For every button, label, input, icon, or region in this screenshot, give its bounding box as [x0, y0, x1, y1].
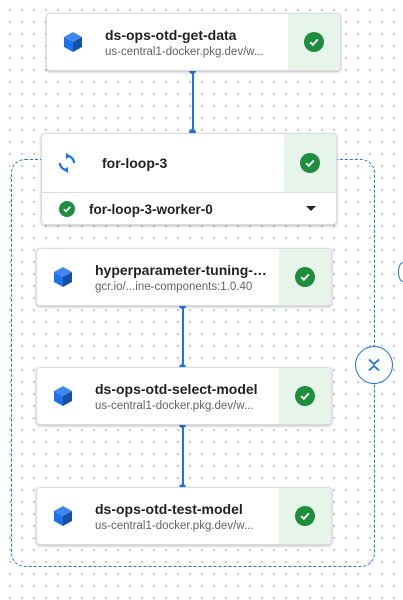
check-circle-icon — [304, 32, 324, 52]
pipeline-node-select-model[interactable]: ds-ops-otd-select-model us-central1-dock… — [36, 367, 332, 425]
node-status — [284, 134, 336, 192]
pipeline-node-for-loop[interactable]: for-loop-3 for-loop-3-worker-0 — [41, 133, 337, 225]
check-circle-icon — [295, 386, 315, 406]
node-status — [288, 14, 340, 70]
offscreen-node-edge — [398, 262, 403, 282]
node-subtitle: gcr.io/...ine-components:1.0.40 — [95, 280, 253, 293]
node-title: hyperparameter-tuning-job — [95, 261, 267, 278]
collapse-chevrons-icon — [368, 358, 380, 372]
node-status — [279, 488, 331, 544]
cube-icon — [37, 249, 89, 305]
node-title: ds-ops-otd-get-data — [105, 26, 237, 43]
check-circle-icon — [300, 153, 320, 173]
check-circle-icon — [295, 506, 315, 526]
cube-icon — [37, 368, 89, 424]
node-title: ds-ops-otd-test-model — [95, 500, 243, 517]
node-subtitle: us-central1-docker.pkg.dev/w... — [105, 45, 264, 58]
pipeline-node-hyperparameter-tuning[interactable]: hyperparameter-tuning-job gcr.io/...ine-… — [36, 248, 332, 306]
connector-get-data-to-loop — [192, 71, 194, 133]
pipeline-node-get-data[interactable]: ds-ops-otd-get-data us-central1-docker.p… — [46, 13, 341, 71]
node-title: ds-ops-otd-select-model — [95, 380, 258, 397]
check-circle-icon — [59, 201, 75, 217]
connector-select-to-test — [182, 425, 184, 488]
node-title: for-loop-3 — [102, 155, 168, 171]
loop-icon — [42, 134, 92, 192]
node-status — [279, 368, 331, 424]
collapse-loop-button[interactable] — [355, 346, 393, 384]
pipeline-node-test-model[interactable]: ds-ops-otd-test-model us-central1-docker… — [36, 487, 332, 545]
worker-label: for-loop-3-worker-0 — [89, 201, 213, 217]
node-subtitle: us-central1-docker.pkg.dev/w... — [95, 399, 254, 412]
connector-tuning-to-select — [182, 306, 184, 368]
cube-icon — [37, 488, 89, 544]
cube-icon — [47, 14, 99, 70]
check-circle-icon — [295, 267, 315, 287]
node-status — [279, 249, 331, 305]
loop-worker-selector[interactable]: for-loop-3-worker-0 — [42, 192, 336, 224]
dropdown-arrow-icon[interactable] — [306, 206, 316, 211]
node-subtitle: us-central1-docker.pkg.dev/w... — [95, 519, 254, 532]
